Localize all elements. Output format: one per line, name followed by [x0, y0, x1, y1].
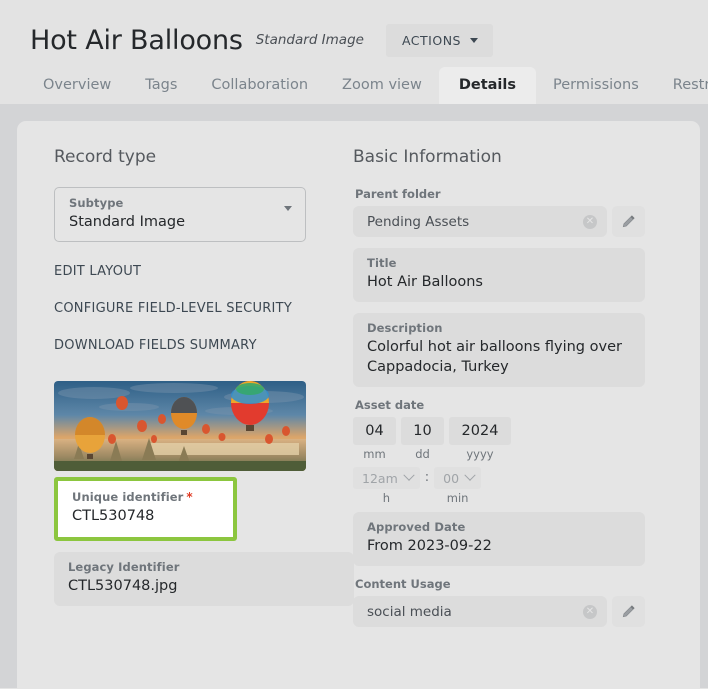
legacy-identifier-label: Legacy Identifier [68, 560, 180, 574]
actions-button-label: ACTIONS [401, 32, 461, 48]
page-header: Hot Air Balloons Standard Image ACTIONS … [0, 0, 708, 104]
body-area: Record type Subtype Standard Image EDIT … [0, 104, 708, 688]
asset-date-day-cell: 10 dd [401, 417, 444, 461]
required-asterisk-icon: * [186, 490, 193, 504]
parent-folder-row: Pending Assets ✕ [353, 206, 645, 237]
details-panel: Record type Subtype Standard Image EDIT … [17, 121, 700, 688]
description-label: Description [367, 321, 443, 335]
subtype-label: Subtype [69, 196, 124, 210]
asset-date-year-cell: 2024 yyyy [449, 417, 511, 461]
balloons-photo [54, 381, 306, 471]
asset-date-label: Asset date [355, 398, 425, 412]
approved-date-label: Approved Date [367, 520, 466, 534]
asset-date-year-sublabel: yyyy [466, 447, 494, 461]
legacy-identifier-value: CTL530748.jpg [68, 578, 178, 594]
record-type-column: Record type Subtype Standard Image EDIT … [17, 147, 354, 688]
edit-layout-link[interactable]: EDIT LAYOUT [54, 264, 347, 279]
asset-subtype-label: Standard Image [255, 32, 364, 48]
asset-date-year-input[interactable]: 2024 [449, 417, 511, 445]
asset-time-row: 12am h : 00 min [353, 467, 645, 505]
configure-field-level-security-link[interactable]: CONFIGURE FIELD-LEVEL SECURITY [54, 301, 347, 316]
download-fields-summary-link[interactable]: DOWNLOAD FIELDS SUMMARY [54, 338, 347, 353]
asset-thumbnail[interactable] [54, 381, 306, 471]
actions-button[interactable]: ACTIONS [385, 23, 493, 57]
parent-folder-label: Parent folder [355, 187, 441, 201]
tab-tags[interactable]: Tags [128, 68, 194, 104]
content-usage-edit-button[interactable] [612, 596, 645, 627]
unique-identifier-value: CTL530748 [72, 508, 155, 524]
asset-minute-select[interactable]: 00 [434, 467, 482, 489]
asset-date-month-cell: 04 mm [353, 417, 396, 461]
asset-date-month-sublabel: mm [363, 447, 386, 461]
unique-identifier-label: Unique identifier * [72, 490, 219, 505]
chevron-down-icon [403, 469, 415, 481]
asset-date-month-input[interactable]: 04 [353, 417, 396, 445]
chevron-down-icon [464, 469, 476, 481]
asset-minute-value: 00 [443, 470, 460, 486]
tab-zoom-view[interactable]: Zoom view [325, 68, 439, 104]
asset-hour-sublabel: h [382, 491, 391, 505]
unique-identifier-field[interactable]: Unique identifier * CTL530748 [54, 477, 237, 541]
tab-permissions[interactable]: Permissions [536, 68, 656, 104]
parent-folder-value: Pending Assets [367, 213, 470, 230]
tab-overview[interactable]: Overview [26, 68, 128, 104]
title-label: Title [367, 256, 397, 270]
approved-date-field[interactable]: Approved Date From 2023-09-22 [353, 512, 645, 566]
basic-information-column: Basic Information Parent folder Pending … [347, 147, 700, 688]
content-usage-field: Content Usage social media ✕ [353, 577, 645, 627]
tab-bar: Overview Tags Collaboration Zoom view De… [0, 66, 708, 104]
pencil-icon [622, 605, 635, 618]
asset-hour-cell: 12am h [353, 467, 420, 505]
asset-date-day-input[interactable]: 10 [401, 417, 444, 445]
title-field[interactable]: Title Hot Air Balloons [353, 248, 645, 302]
description-field[interactable]: Description Colorful hot air balloons fl… [353, 313, 645, 387]
subtype-value: Standard Image [69, 214, 185, 230]
parent-folder-field: Parent folder Pending Assets ✕ [353, 187, 645, 237]
pencil-icon [622, 215, 635, 228]
tab-details[interactable]: Details [438, 67, 537, 104]
page-title: Hot Air Balloons [30, 24, 243, 56]
asset-minute-sublabel: min [446, 491, 469, 505]
time-separator: : [424, 470, 430, 485]
content-usage-row: social media ✕ [353, 596, 645, 627]
legacy-identifier-field[interactable]: Legacy Identifier CTL530748.jpg [54, 552, 354, 606]
asset-date-field: Asset date 04 mm 10 dd 2024 yyyy 12am h … [353, 398, 645, 505]
chevron-down-icon [284, 206, 292, 211]
tab-collaboration[interactable]: Collaboration [194, 68, 325, 104]
unique-identifier-label-text: Unique identifier [72, 490, 184, 504]
subtype-select[interactable]: Subtype Standard Image [54, 187, 306, 242]
asset-hour-select[interactable]: 12am [353, 467, 420, 489]
clear-icon[interactable]: ✕ [583, 604, 597, 619]
basic-information-heading: Basic Information [353, 147, 502, 167]
description-value: Colorful hot air balloons flying over Ca… [367, 339, 622, 375]
title-row: Hot Air Balloons Standard Image ACTIONS [0, 14, 708, 66]
content-usage-input[interactable]: social media ✕ [353, 596, 607, 627]
approved-date-value: From 2023-09-22 [367, 538, 492, 554]
tab-restrictions[interactable]: Restrictions [656, 68, 708, 104]
chevron-down-icon [469, 37, 478, 43]
parent-folder-edit-button[interactable] [612, 206, 645, 237]
parent-folder-input[interactable]: Pending Assets ✕ [353, 206, 607, 237]
clear-icon[interactable]: ✕ [583, 214, 597, 229]
asset-minute-cell: 00 min [434, 467, 482, 505]
record-type-heading: Record type [54, 147, 157, 167]
asset-hour-value: 12am [362, 470, 398, 486]
title-value: Hot Air Balloons [367, 274, 483, 290]
content-usage-value: social media [367, 603, 452, 620]
asset-date-parts: 04 mm 10 dd 2024 yyyy [353, 417, 645, 461]
content-usage-label: Content Usage [355, 577, 451, 591]
asset-date-day-sublabel: dd [415, 447, 430, 461]
